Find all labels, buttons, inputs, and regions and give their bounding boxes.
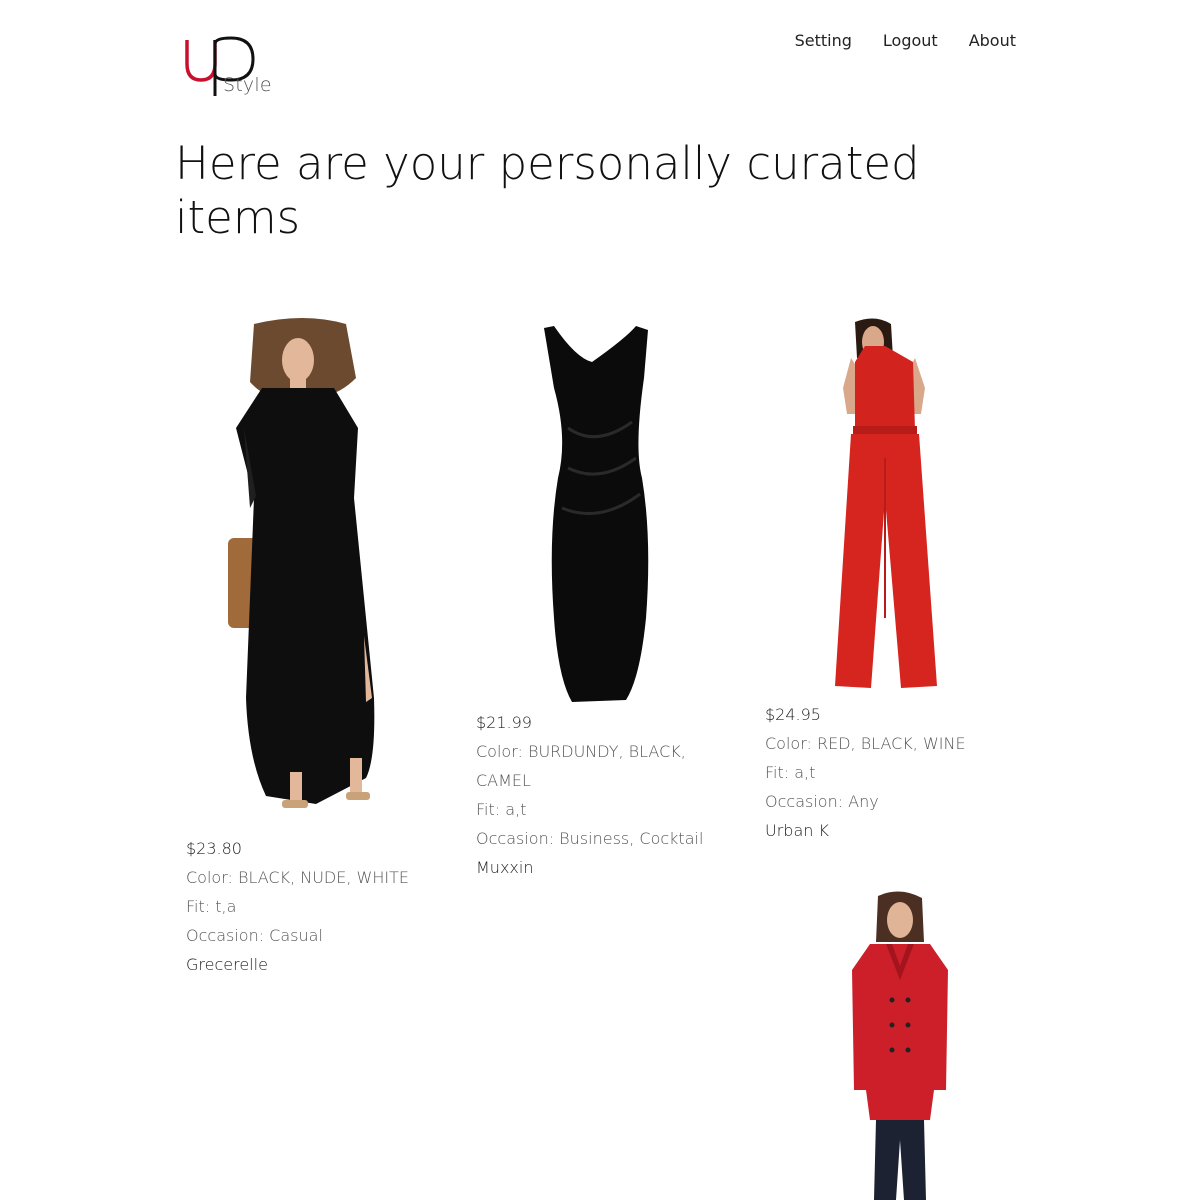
product-colors: Color: BLACK, NUDE, WHITE [186, 868, 409, 887]
product-colors-line2: CAMEL [476, 771, 531, 790]
product-info: $24.95 Color: RED, BLACK, WINE Fit: a,t … [765, 700, 995, 845]
product-colors: Color: RED, BLACK, WINE [765, 734, 966, 753]
product-image-red-coat[interactable] [830, 890, 970, 1200]
product-image-black-maxi-dress[interactable] [186, 318, 416, 818]
product-card [830, 890, 970, 1200]
product-price: $23.80 [186, 839, 242, 858]
product-image-black-sheath-dress[interactable] [476, 318, 706, 708]
nav-setting-link[interactable]: Setting [795, 31, 852, 50]
product-card: $24.95 Color: RED, BLACK, WINE Fit: a,t … [765, 318, 995, 845]
product-occasion: Occasion: Casual [186, 926, 323, 945]
product-image-red-jumpsuit[interactable] [765, 318, 995, 698]
product-brand[interactable]: Grecerelle [186, 950, 416, 979]
product-price: $21.99 [476, 713, 532, 732]
product-card: $23.80 Color: BLACK, NUDE, WHITE Fit: t,… [186, 318, 416, 979]
nav-about-link[interactable]: About [969, 31, 1016, 50]
logo-wordmark: Style [223, 74, 272, 96]
upstyle-logo[interactable]: Style [183, 34, 283, 104]
product-price: $24.95 [765, 705, 821, 724]
product-occasion: Occasion: Any [765, 792, 879, 811]
product-info: $23.80 Color: BLACK, NUDE, WHITE Fit: t,… [186, 834, 416, 979]
product-fit: Fit: a,t [476, 800, 527, 819]
page-title: Here are your personally curated items [175, 137, 920, 244]
product-fit: Fit: t,a [186, 897, 237, 916]
product-card: $21.99 Color: BURDUNDY, BLACK, CAMEL Fit… [476, 318, 706, 882]
product-info: $21.99 Color: BURDUNDY, BLACK, CAMEL Fit… [476, 708, 706, 882]
product-fit: Fit: a,t [765, 763, 816, 782]
product-occasion: Occasion: Business, Cocktail [476, 829, 704, 848]
nav-logout-link[interactable]: Logout [883, 31, 938, 50]
product-colors: Color: BURDUNDY, BLACK, CAMEL [476, 737, 706, 795]
top-nav: Setting Logout About [795, 31, 1016, 50]
page: Style Setting Logout About Here are your… [0, 0, 1200, 1200]
product-colors-line1: Color: BURDUNDY, BLACK, [476, 742, 686, 761]
product-brand[interactable]: Muxxin [476, 853, 706, 882]
product-brand[interactable]: Urban K [765, 816, 995, 845]
